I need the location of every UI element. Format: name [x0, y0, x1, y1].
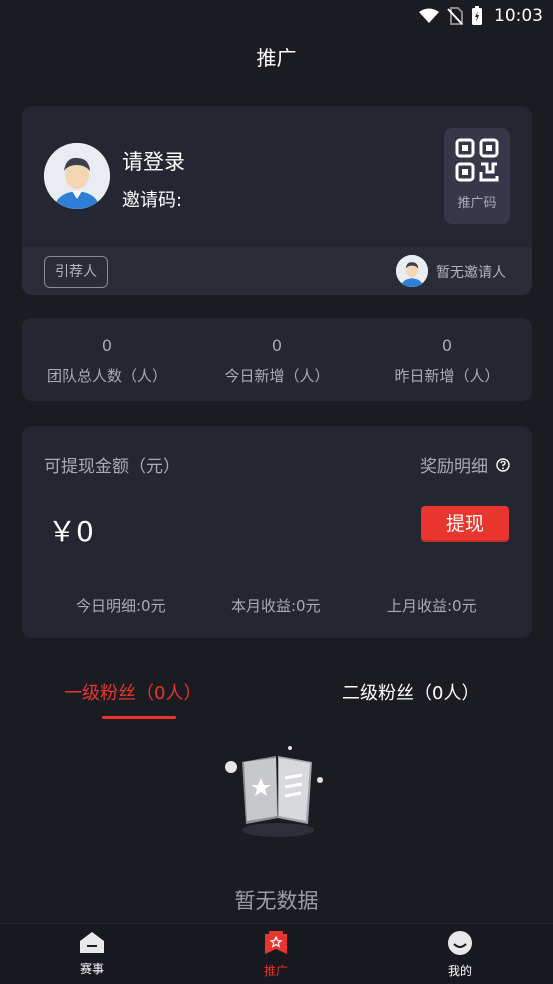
nav-label: 赛事	[79, 962, 104, 976]
nav-item-promote[interactable]: 推广	[236, 930, 316, 979]
reward-detail-link[interactable]: 奖励明细	[420, 452, 510, 477]
wifi-icon	[419, 8, 439, 23]
user-card-footer: 引荐人 暂无邀请人	[22, 247, 532, 295]
empty-book-icon	[225, 746, 323, 837]
home-icon	[80, 932, 104, 953]
status-icons	[419, 6, 483, 26]
nav-label: 推广	[263, 964, 288, 978]
no-inviter-text: 暂无邀请人	[436, 265, 506, 281]
stat-yesterday-new: 0 昨日新增（人）	[362, 318, 532, 386]
invite-code-label: 邀请码:	[122, 190, 183, 211]
stat-label: 团队总人数（人）	[46, 367, 167, 385]
team-stats-card: 0 团队总人数（人） 0 今日新增（人） 0 昨日新增（人）	[22, 318, 532, 401]
bottom-nav: 赛事 推广 我的	[0, 923, 553, 984]
login-prompt[interactable]: 请登录	[122, 146, 185, 176]
stat-value: 0	[101, 336, 113, 355]
qr-code-icon	[455, 138, 499, 182]
last-month-income: 上月收益:0元	[387, 597, 477, 615]
avatar-icon	[44, 143, 110, 209]
promote-icon	[265, 931, 287, 954]
status-time: 10:03	[494, 6, 543, 26]
tab-active-indicator	[102, 716, 176, 719]
withdraw-button[interactable]: 提现	[421, 506, 509, 542]
reward-detail-label: 奖励明细	[420, 457, 488, 477]
tab-level2-fans[interactable]: 二级粉丝（0人）	[342, 679, 479, 705]
stat-label: 昨日新增（人）	[394, 367, 500, 385]
stat-today-new: 0 今日新增（人）	[192, 318, 362, 386]
withdrawable-label: 可提现金额（元）	[44, 457, 180, 477]
empty-state-text: 暂无数据	[234, 889, 319, 913]
user-card: 请登录 邀请码: 推广码 引荐人 暂无邀请人	[22, 106, 532, 295]
tab-level1-fans[interactable]: 一级粉丝（0人）	[64, 679, 201, 705]
wallet-card: 可提现金额（元） 奖励明细 ￥0 提现 今日明细:0元 本月收益:0元 上月收益…	[22, 426, 532, 638]
today-detail: 今日明细:0元	[76, 597, 166, 615]
withdrawable-amount: ￥0	[48, 515, 94, 548]
no-sim-icon	[447, 7, 463, 25]
referrer-button[interactable]: 引荐人	[44, 256, 108, 288]
stat-value: 0	[441, 336, 453, 355]
help-icon	[496, 457, 510, 472]
nav-label: 我的	[447, 964, 472, 978]
avatar-icon	[396, 255, 428, 287]
nav-item-profile[interactable]: 我的	[420, 930, 500, 979]
page-title: 推广	[256, 46, 297, 70]
inviter-avatar	[396, 255, 428, 287]
promo-qr-button[interactable]: 推广码	[444, 128, 510, 224]
profile-icon	[448, 931, 472, 955]
month-income: 本月收益:0元	[231, 597, 321, 615]
user-avatar[interactable]	[44, 143, 110, 209]
stat-team-total: 0 团队总人数（人）	[22, 318, 192, 386]
stat-label: 今日新增（人）	[224, 367, 330, 385]
qr-label: 推广码	[457, 196, 497, 211]
battery-charging-icon	[472, 6, 482, 25]
nav-item-events[interactable]: 赛事	[52, 930, 132, 977]
stat-value: 0	[271, 336, 283, 355]
status-bar: 10:03	[0, 0, 553, 32]
